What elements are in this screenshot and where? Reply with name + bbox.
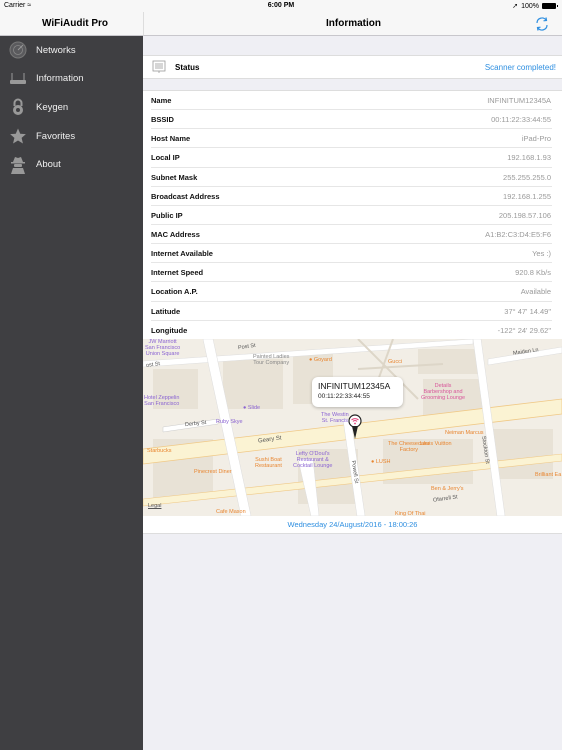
sidebar-item-label: About bbox=[36, 159, 61, 171]
sidebar-item-keygen[interactable]: Keygen bbox=[0, 93, 143, 122]
info-key: Public IP bbox=[151, 210, 183, 220]
poi-brilliant-earth[interactable]: Brilliant Ea bbox=[535, 472, 561, 478]
poi-lefty-odouls[interactable]: Lefty O'Doul's Restaurant & Cocktail Loung… bbox=[293, 451, 332, 469]
info-value: -122° 24' 29.62" bbox=[497, 325, 551, 335]
status-label: Status bbox=[175, 62, 200, 72]
poi-ruby-skye[interactable]: Ruby Skye bbox=[216, 419, 243, 425]
info-value: 255.255.255.0 bbox=[503, 172, 551, 182]
poi-neiman-marcus[interactable]: Neiman Marcus bbox=[445, 430, 484, 436]
info-value: 205.198.57.106 bbox=[498, 210, 551, 220]
sidebar-item-label: Networks bbox=[36, 44, 76, 56]
info-row-broadcast-address: Broadcast Address 192.168.1.255 bbox=[143, 187, 562, 206]
info-row-location-ap: Location A.P. Available bbox=[143, 282, 562, 302]
sidebar-item-about[interactable]: About bbox=[0, 150, 143, 179]
scan-timestamp: Wednesday 24/August/2016 - 18:00:26 bbox=[143, 516, 562, 534]
battery-icon bbox=[542, 3, 558, 9]
poi-ben-jerrys[interactable]: Ben & Jerry's bbox=[431, 486, 464, 492]
router-icon bbox=[0, 72, 36, 86]
info-value: Yes :) bbox=[532, 249, 551, 259]
info-key: Latitude bbox=[151, 306, 181, 316]
info-row-subnet-mask: Subnet Mask 255.255.255.0 bbox=[143, 168, 562, 187]
info-key: Longitude bbox=[151, 325, 188, 335]
info-value: A1:B2:C3:D4:E5:F6 bbox=[485, 230, 551, 240]
sidebar-item-label: Information bbox=[36, 73, 84, 85]
poi-jw-marriott[interactable]: JW Marriott San Francisco Union Square bbox=[145, 339, 180, 357]
poi-cafe-mason[interactable]: Cafe Mason bbox=[216, 509, 246, 515]
info-key: Location A.P. bbox=[151, 287, 198, 297]
info-row-latitude: Latitude 37° 47' 14.49" bbox=[143, 302, 562, 321]
info-value: 192.168.1.255 bbox=[503, 191, 551, 201]
sidebar-item-label: Favorites bbox=[36, 130, 76, 142]
info-key: Internet Available bbox=[151, 249, 213, 259]
app-title: WiFiAudit Pro bbox=[42, 18, 109, 29]
poi-westin[interactable]: The Westin St. Francis bbox=[321, 412, 349, 424]
poi-hotel-zeppelin[interactable]: Hotel Zeppelin San Francisco bbox=[144, 395, 179, 407]
sidebar-item-label: Keygen bbox=[36, 101, 69, 113]
info-key: Broadcast Address bbox=[151, 191, 220, 201]
sidebar-header: WiFiAudit Pro bbox=[0, 12, 143, 36]
star-icon bbox=[0, 127, 36, 145]
map-legal-link[interactable]: Legal bbox=[148, 503, 161, 509]
poi-starbucks[interactable]: Starbucks bbox=[147, 448, 171, 454]
info-key: Name bbox=[151, 96, 172, 106]
info-value: Available bbox=[520, 287, 551, 297]
info-value: 192.168.1.93 bbox=[507, 153, 551, 163]
poi-goyard[interactable]: ● Goyard bbox=[309, 357, 332, 363]
info-key: Internet Speed bbox=[151, 268, 204, 278]
poi-painted-ladies[interactable]: Painted Ladies Tour Company bbox=[253, 354, 289, 366]
callout-title: INFINITUM12345A bbox=[318, 381, 391, 391]
info-key: Host Name bbox=[151, 134, 191, 144]
poi-sushi-boat[interactable]: Sushi Boat Restaurant bbox=[255, 457, 282, 469]
info-value: 00:11:22:33:44:55 bbox=[491, 115, 551, 125]
status-value: Scanner completed! bbox=[484, 62, 556, 72]
poi-gucci[interactable]: Gucci bbox=[388, 359, 402, 365]
info-key: Subnet Mask bbox=[151, 172, 198, 182]
info-row-internet-available: Internet Available Yes :) bbox=[143, 244, 562, 264]
poi-pinecrest-diner[interactable]: Pinecrest Diner bbox=[194, 469, 232, 475]
poi-slide[interactable]: ● Slide bbox=[243, 405, 260, 411]
location-arrow-icon: ➚ bbox=[512, 3, 519, 10]
clock: 6:00 PM bbox=[267, 2, 295, 9]
lock-icon bbox=[0, 98, 36, 116]
info-row-bssid: BSSID 00:11:22:33:44:55 bbox=[143, 110, 562, 130]
map-view[interactable]: JW Marriott San Francisco Union Square Pai… bbox=[143, 339, 562, 516]
radar-icon bbox=[0, 41, 36, 59]
sidebar-item-networks[interactable]: Networks bbox=[0, 36, 143, 65]
battery-percent: 100% bbox=[521, 2, 539, 10]
spy-icon bbox=[0, 156, 36, 174]
detail-pane: Status Scanner completed! Name INFINITUM1… bbox=[143, 36, 562, 750]
page-title: Information bbox=[326, 18, 381, 29]
refresh-icon bbox=[536, 17, 548, 31]
sidebar: Networks Information Keygen Favorites Ab… bbox=[0, 36, 143, 750]
info-value: INFINITUM12345A bbox=[487, 96, 551, 106]
sidebar-item-information[interactable]: Information bbox=[0, 65, 143, 94]
info-row-longitude: Longitude -122° 24' 29.62" bbox=[143, 321, 562, 340]
sidebar-item-favorites[interactable]: Favorites bbox=[0, 122, 143, 151]
info-row-mac-address: MAC Address A1:B2:C3:D4:E5:F6 bbox=[143, 225, 562, 245]
refresh-button[interactable] bbox=[534, 16, 550, 32]
callout-subtitle: 00:11:22:33:44:55 bbox=[318, 393, 370, 400]
poi-lush[interactable]: ● LUSH bbox=[371, 459, 391, 465]
info-key: BSSID bbox=[151, 115, 174, 125]
poi-louis-vuitton[interactable]: Louis Vuitton bbox=[420, 441, 452, 447]
info-value: iPad-Pro bbox=[521, 134, 551, 144]
info-row-local-ip: Local IP 192.168.1.93 bbox=[143, 148, 562, 168]
status-row: Status Scanner completed! bbox=[143, 55, 562, 79]
info-key: Local IP bbox=[151, 153, 180, 163]
info-row-name: Name INFINITUM12345A bbox=[143, 91, 562, 111]
info-row-host-name: Host Name iPad-Pro bbox=[143, 129, 562, 149]
info-list: Name INFINITUM12345A BSSID 00:11:22:33:44:… bbox=[143, 90, 562, 340]
info-value: 37° 47' 14.49" bbox=[504, 306, 551, 316]
detail-header: Information bbox=[143, 12, 562, 36]
info-value: 920.8 Kb/s bbox=[515, 268, 551, 278]
log-list-icon bbox=[143, 60, 175, 74]
status-bar: Carrier ≈ 6:00 PM ➚ 100% bbox=[0, 0, 562, 12]
poi-details-barbershop[interactable]: Details Barbershop and Grooming Lounge bbox=[421, 383, 465, 401]
info-key: MAC Address bbox=[151, 230, 200, 240]
map-pin-wifi-icon[interactable] bbox=[348, 414, 362, 440]
map-callout[interactable]: INFINITUM12345A 00:11:22:33:44:55 bbox=[312, 377, 403, 407]
info-row-internet-speed: Internet Speed 920.8 Kb/s bbox=[143, 263, 562, 283]
info-row-public-ip: Public IP 205.198.57.106 bbox=[143, 206, 562, 226]
